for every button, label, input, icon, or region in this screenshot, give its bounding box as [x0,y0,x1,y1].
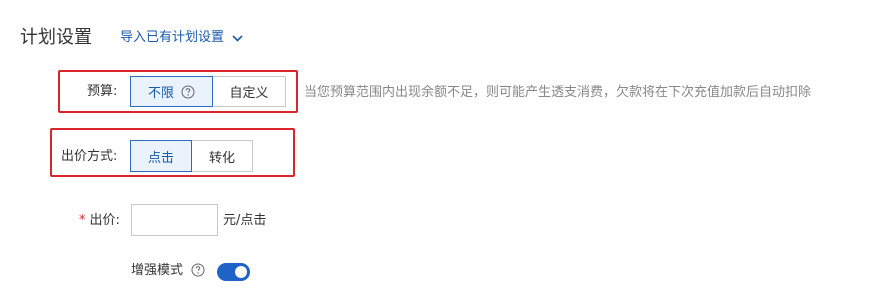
bidding-method-label: 出价方式: [61,149,118,164]
help-circle-icon[interactable] [191,263,205,277]
budget-option-unlimited[interactable]: 不限 [130,76,213,107]
bidding-method-option-click[interactable]: 点击 [130,140,192,172]
enhanced-mode-label: 增强模式 [131,263,184,278]
budget-option-custom[interactable]: 自定义 [212,76,286,107]
import-settings-label: 导入已有计划设置 [120,30,225,45]
bid-label: * 出价: [79,212,120,230]
enhanced-mode-toggle[interactable] [217,263,250,281]
bidding-method-option-conversion-label: 转化 [208,150,235,166]
page-title: 计划设置 [20,27,92,48]
bid-input[interactable] [131,204,218,236]
bid-label-text: 出价: [89,213,120,228]
budget-label: 预算: [87,84,118,99]
budget-option-custom-label: 自定义 [229,86,269,101]
bidding-method-option-conversion[interactable]: 转化 [191,140,253,172]
bidding-method-option-click-label: 点击 [147,150,174,166]
budget-hint: 当您预算范围内出现余额不足，则可能产生透支消费，欠款将在下次充值加款后自动扣除 [304,85,812,100]
budget-option-unlimited-label: 不限 [147,86,174,101]
required-mark: * [79,213,86,228]
import-settings-link[interactable]: 导入已有计划设置 [120,29,243,47]
chevron-down-icon [232,34,243,42]
toggle-knob [235,266,247,278]
bid-unit: 元/点击 [223,213,267,228]
help-circle-icon[interactable] [181,85,195,99]
